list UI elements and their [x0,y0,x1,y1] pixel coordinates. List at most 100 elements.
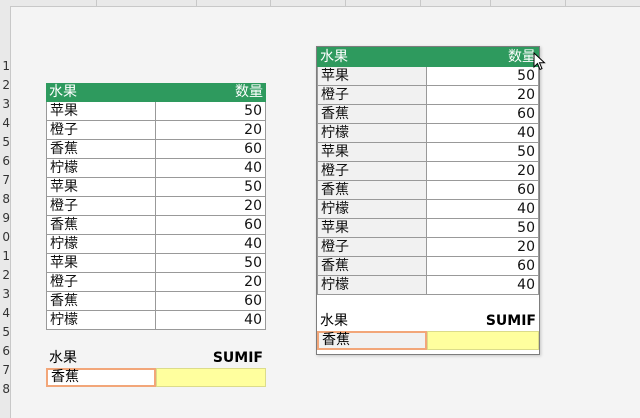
column-header-bar [0,0,640,7]
row-number[interactable]: 4 [0,304,10,323]
qty-cell[interactable]: 20 [156,197,266,216]
fruit-cell[interactable]: 柠檬 [46,235,156,254]
row-number[interactable]: 4 [0,114,10,133]
sumif-label-cell[interactable]: 水果 [317,312,427,331]
sumif-block-left: 水果 SUMIF 香蕉 [46,349,266,387]
fruit-cell[interactable]: 柠檬 [317,200,427,219]
row-number[interactable]: 9 [0,209,10,228]
sumif-title-cell[interactable]: SUMIF [156,349,266,368]
row-number[interactable]: 8 [0,190,10,209]
fruit-cell[interactable]: 柠檬 [317,124,427,143]
row-number[interactable]: 0 [0,228,10,247]
fruit-table-right: 水果 数量 苹果 50 橙子 20 香蕉 60 柠檬 40 苹果 50 橙子 20 香蕉 60 柠檬 40 苹果… [317,47,539,295]
row-header-bar: 123456789012345678 [0,6,11,418]
qty-cell[interactable]: 50 [156,254,266,273]
row-number[interactable]: 5 [0,323,10,342]
fruit-cell[interactable]: 柠檬 [46,311,156,330]
criteria-input-cell[interactable]: 香蕉 [46,368,156,387]
fruit-cell[interactable]: 香蕉 [46,140,156,159]
fruit-cell[interactable]: 柠檬 [46,159,156,178]
row-number[interactable]: 3 [0,285,10,304]
header-qty-cell[interactable]: 数量 [156,83,266,102]
row-number[interactable]: 1 [0,57,10,76]
table-row: 苹果 50 [46,254,266,273]
qty-cell[interactable]: 40 [156,235,266,254]
qty-cell[interactable]: 50 [156,102,266,121]
fruit-cell[interactable]: 橙子 [317,86,427,105]
qty-cell[interactable]: 60 [427,181,539,200]
fruit-cell[interactable]: 橙子 [46,273,156,292]
fruit-cell[interactable]: 柠檬 [317,276,427,295]
fruit-cell[interactable]: 香蕉 [317,257,427,276]
qty-cell[interactable]: 60 [156,140,266,159]
qty-cell[interactable]: 50 [427,219,539,238]
fruit-cell[interactable]: 香蕉 [317,181,427,200]
fruit-cell[interactable]: 苹果 [317,219,427,238]
header-fruit-cell[interactable]: 水果 [317,47,427,67]
fruit-cell[interactable]: 苹果 [317,67,427,86]
fruit-cell[interactable]: 苹果 [46,178,156,197]
fruit-cell[interactable]: 橙子 [317,162,427,181]
qty-cell[interactable]: 20 [427,238,539,257]
table-row: 香蕉 60 [317,105,539,124]
criteria-input-cell[interactable]: 香蕉 [317,331,427,350]
qty-cell[interactable]: 40 [427,124,539,143]
row-number[interactable]: 3 [0,95,10,114]
fruit-cell[interactable]: 橙子 [46,121,156,140]
header-fruit-cell[interactable]: 水果 [46,83,156,102]
row-number[interactable]: 2 [0,76,10,95]
qty-cell[interactable]: 20 [156,273,266,292]
sumif-input-row: 香蕉 [317,331,539,350]
fruit-cell[interactable]: 苹果 [317,143,427,162]
sumif-label-cell[interactable]: 水果 [46,349,156,368]
fruit-cell[interactable]: 苹果 [46,102,156,121]
row-number[interactable]: 8 [0,380,10,399]
sumif-block-right: 水果 SUMIF 香蕉 [317,312,539,350]
fruit-cell[interactable]: 香蕉 [46,292,156,311]
qty-cell[interactable]: 50 [427,67,539,86]
qty-cell[interactable]: 20 [156,121,266,140]
table-row: 柠檬 40 [46,159,266,178]
qty-cell[interactable]: 50 [427,143,539,162]
qty-cell[interactable]: 20 [427,162,539,181]
row-number[interactable]: 7 [0,171,10,190]
fruit-table-right-panel[interactable]: 水果 数量 苹果 50 橙子 20 香蕉 60 柠檬 40 苹果 50 橙子 20 香蕉 60 柠檬 40 苹果… [316,46,540,355]
qty-cell[interactable]: 60 [156,216,266,235]
table-row: 苹果 50 [317,143,539,162]
header-qty-cell[interactable]: 数量 [427,47,539,67]
table-row: 香蕉 60 [317,181,539,200]
table-row: 香蕉 60 [317,257,539,276]
row-number[interactable]: 5 [0,133,10,152]
table-row: 苹果 50 [317,219,539,238]
row-number[interactable]: 2 [0,266,10,285]
qty-cell[interactable]: 40 [156,159,266,178]
qty-cell[interactable]: 40 [427,200,539,219]
fruit-cell[interactable]: 橙子 [46,197,156,216]
table-row: 苹果 50 [46,178,266,197]
table-row: 苹果 50 [46,102,266,121]
row-number[interactable]: 1 [0,247,10,266]
qty-cell[interactable]: 60 [427,105,539,124]
qty-cell[interactable]: 60 [156,292,266,311]
qty-cell[interactable]: 60 [427,257,539,276]
table-row: 橙子 20 [317,162,539,181]
row-number[interactable]: 6 [0,342,10,361]
fruit-cell[interactable]: 香蕉 [317,105,427,124]
result-cell[interactable] [156,368,266,387]
qty-cell[interactable]: 40 [156,311,266,330]
row-number[interactable]: 6 [0,152,10,171]
qty-cell[interactable]: 50 [156,178,266,197]
row-number[interactable]: 7 [0,361,10,380]
result-cell[interactable] [427,331,539,350]
table-row: 橙子 20 [317,86,539,105]
table-row: 柠檬 40 [317,200,539,219]
qty-cell[interactable]: 20 [427,86,539,105]
sumif-title-cell[interactable]: SUMIF [427,312,539,331]
mouse-pointer-icon [533,52,546,71]
table-row: 橙子 20 [46,121,266,140]
table-row: 柠檬 40 [46,311,266,330]
fruit-cell[interactable]: 橙子 [317,238,427,257]
qty-cell[interactable]: 40 [427,276,539,295]
fruit-cell[interactable]: 香蕉 [46,216,156,235]
fruit-cell[interactable]: 苹果 [46,254,156,273]
